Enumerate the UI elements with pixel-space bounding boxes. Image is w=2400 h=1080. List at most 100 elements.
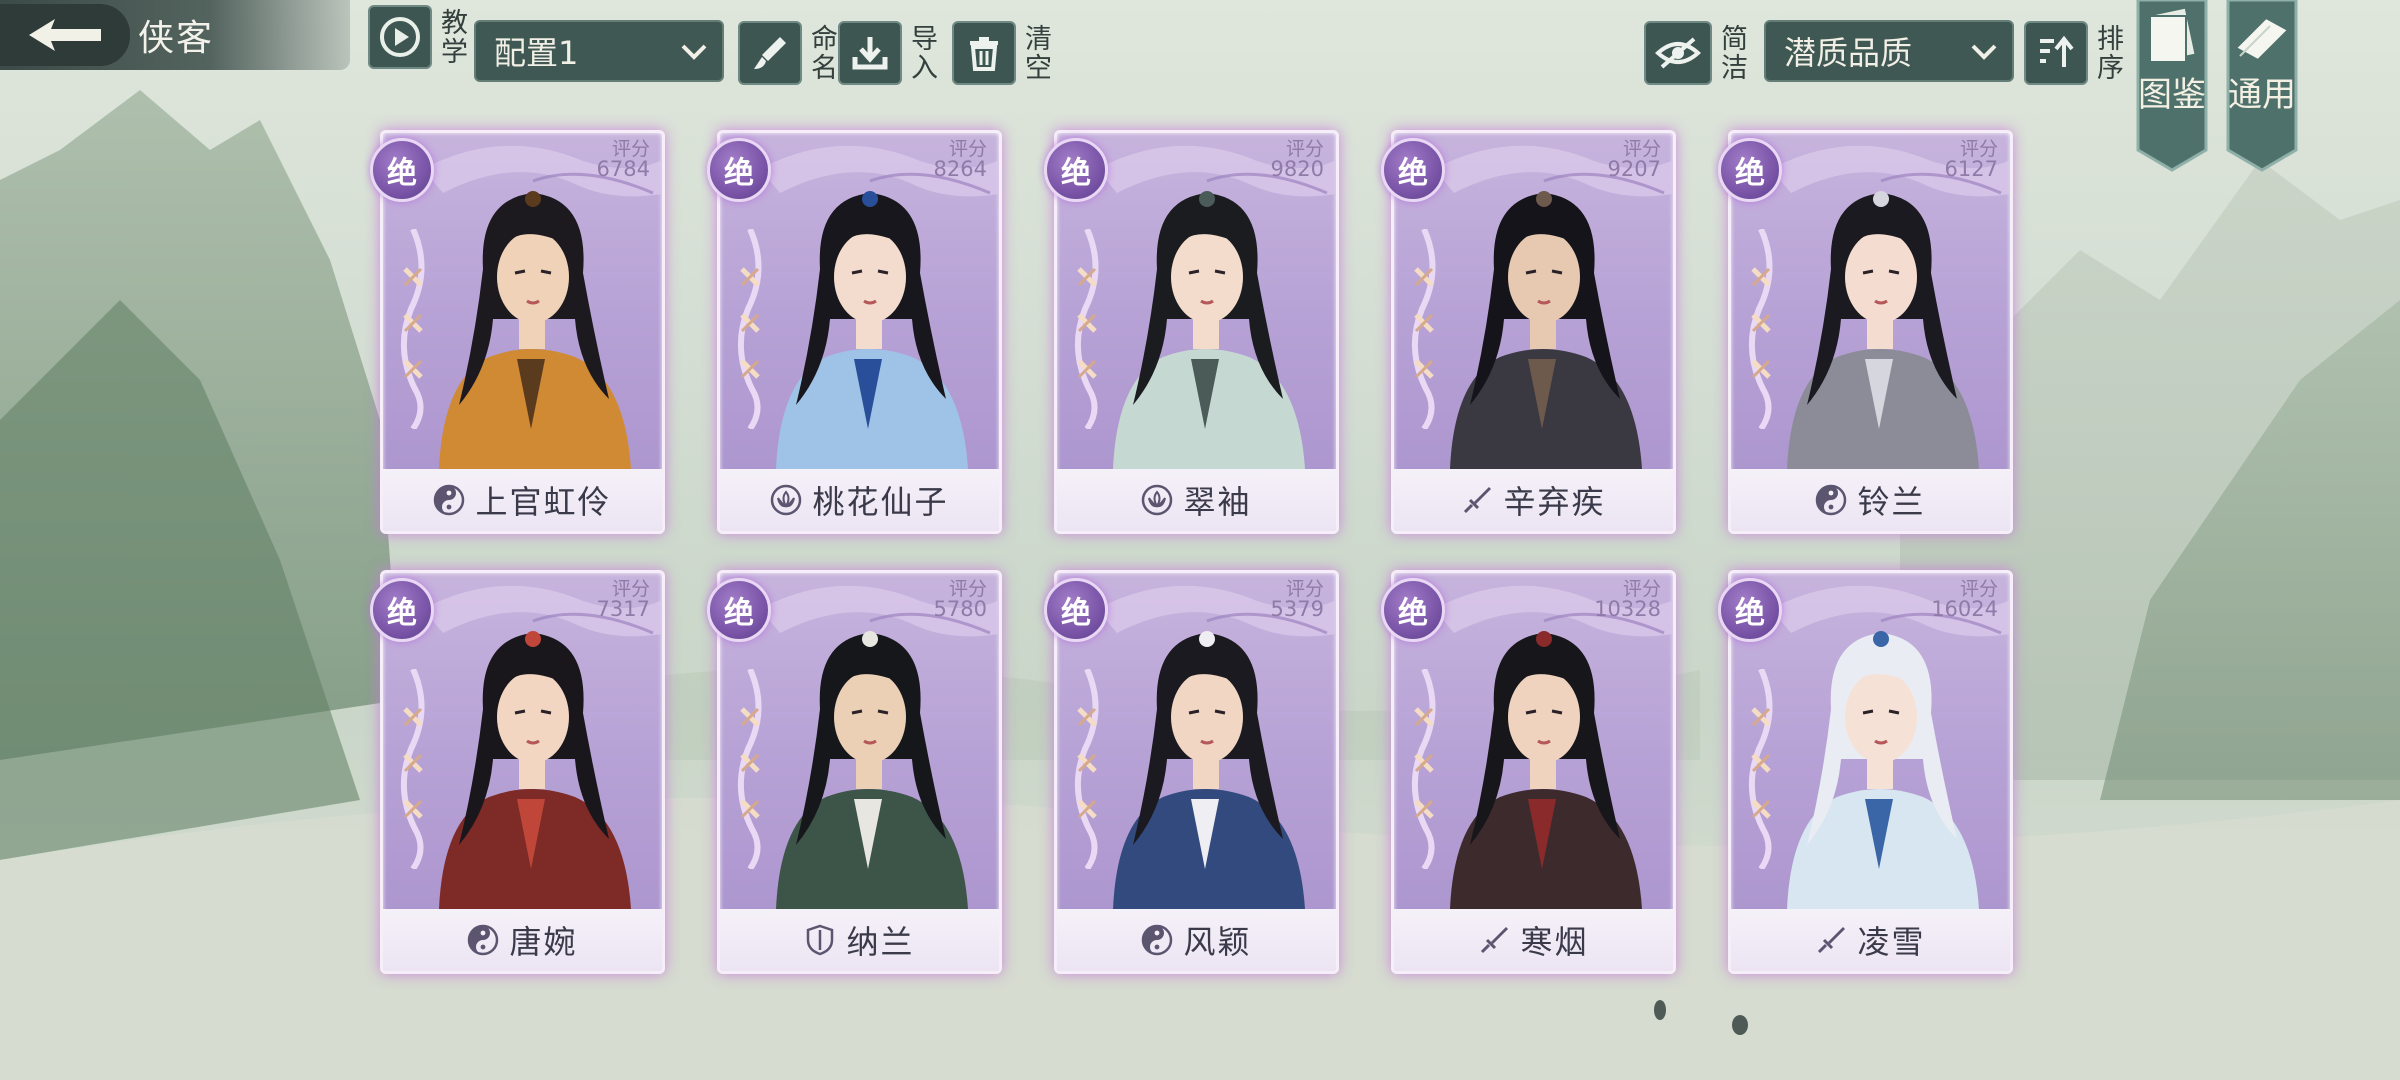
- hero-name: 上官虹伶: [475, 483, 612, 521]
- grade-badge: 绝: [370, 138, 434, 202]
- score-value: 9820: [1270, 157, 1324, 181]
- grade-label: 绝: [1061, 596, 1091, 631]
- score-value: 5379: [1270, 597, 1324, 621]
- hero-score: 评分 10328: [1594, 579, 1661, 621]
- sort-button[interactable]: 排序: [2024, 20, 2123, 86]
- hero-card[interactable]: 评分 9820 翠袖 绝: [1044, 122, 1339, 534]
- hero-portrait: [1787, 631, 1979, 909]
- hero-name-bar: 风颖: [1057, 909, 1336, 971]
- hero-portrait: [1113, 631, 1305, 909]
- grade-label: 绝: [1735, 596, 1765, 631]
- hero-score: 评分 5780: [934, 578, 987, 620]
- grade-label: 绝: [387, 156, 417, 191]
- config-dropdown[interactable]: 配置1: [474, 20, 724, 82]
- back-button[interactable]: 侠客: [0, 0, 350, 70]
- yin-yang-icon: [433, 484, 465, 516]
- clear-button[interactable]: 清空: [952, 20, 1051, 86]
- talisman-decoration-icon: [737, 669, 762, 869]
- hero-portrait: [1113, 191, 1305, 469]
- hero-name-bar: 桃花仙子: [720, 469, 999, 531]
- hero-card[interactable]: 评分 6127 铃兰 绝: [1718, 122, 2013, 534]
- hero-name: 寒烟: [1520, 923, 1589, 961]
- hero-name: 辛弃疾: [1503, 483, 1606, 521]
- hero-score: 评分 9207: [1608, 138, 1661, 180]
- hero-score: 评分 16024: [1931, 578, 1998, 621]
- hero-card[interactable]: 评分 5780 纳兰 绝: [707, 562, 1002, 974]
- score-label: 评分: [1285, 138, 1324, 160]
- simple-label: 简洁: [1716, 24, 1747, 82]
- rename-label: 命名: [806, 24, 837, 82]
- simple-view-toggle[interactable]: 简洁: [1644, 20, 1747, 86]
- hero-card[interactable]: 评分 9207 辛弃疾 绝: [1381, 122, 1676, 534]
- grade-label: 绝: [1061, 156, 1091, 191]
- tutorial-label: 教学: [436, 8, 467, 66]
- hero-name-bar: 铃兰: [1731, 469, 2010, 531]
- score-label: 评分: [1959, 578, 1998, 600]
- score-label: 评分: [611, 138, 650, 160]
- hero-name: 唐婉: [509, 923, 578, 961]
- score-label: 评分: [1959, 138, 1998, 160]
- sort-value: 潜质品质: [1784, 34, 1913, 72]
- hero-card[interactable]: 评分 5379 风颖 绝: [1044, 562, 1339, 974]
- score-value: 6784: [596, 157, 650, 181]
- hero-name-bar: 纳兰: [720, 909, 999, 971]
- hero-card[interactable]: 评分 8264 桃花仙子 绝: [707, 122, 1002, 534]
- import-button[interactable]: 导入: [838, 20, 937, 86]
- chevron-down-icon: [681, 44, 707, 60]
- score-label: 评分: [948, 138, 987, 160]
- grade-badge: 绝: [370, 578, 434, 642]
- tutorial-button[interactable]: 教学: [368, 4, 467, 70]
- sword-icon: [1461, 484, 1493, 516]
- sword-icon: [1478, 924, 1510, 956]
- grade-label: 绝: [724, 596, 754, 631]
- hero-card[interactable]: 评分 6784 上官虹伶 绝: [370, 122, 665, 534]
- general-tab[interactable]: 通用: [2226, 0, 2298, 172]
- hero-name-bar: 寒烟: [1394, 909, 1673, 971]
- grade-label: 绝: [1398, 596, 1428, 631]
- score-value: 10328: [1594, 597, 1661, 621]
- hero-name: 翠袖: [1183, 483, 1252, 521]
- grade-badge: 绝: [1718, 578, 1782, 642]
- config-value: 配置1: [494, 34, 579, 72]
- hero-card[interactable]: 评分 16024 凌雪 绝: [1718, 562, 2013, 974]
- hero-name-bar: 翠袖: [1057, 469, 1336, 531]
- talisman-decoration-icon: [1748, 669, 1773, 869]
- talisman-decoration-icon: [1748, 229, 1773, 429]
- grade-badge: 绝: [1381, 138, 1445, 202]
- grade-label: 绝: [724, 156, 754, 191]
- import-label: 导入: [906, 24, 937, 82]
- score-value: 16024: [1931, 597, 1998, 621]
- hero-card[interactable]: 评分 7317 唐婉 绝: [370, 562, 665, 974]
- hero-score: 评分 7317: [596, 578, 650, 621]
- talisman-decoration-icon: [400, 229, 425, 429]
- score-label: 评分: [611, 578, 650, 600]
- hero-name: 风颖: [1183, 923, 1252, 961]
- atlas-label: 图鉴: [2138, 75, 2206, 115]
- page-title: 侠客: [138, 18, 215, 59]
- brush-icon: [738, 21, 802, 85]
- atlas-tab[interactable]: 图鉴: [2136, 0, 2208, 172]
- score-label: 评分: [948, 578, 987, 600]
- score-value: 7317: [596, 597, 650, 621]
- rename-button[interactable]: 命名: [738, 20, 837, 86]
- grade-badge: 绝: [1381, 578, 1445, 642]
- hero-portrait: [776, 191, 968, 469]
- hero-portrait: [1450, 631, 1642, 909]
- grade-badge: 绝: [1718, 138, 1782, 202]
- hero-portrait: [776, 631, 968, 909]
- hero-name-bar: 辛弃疾: [1394, 469, 1673, 531]
- talisman-decoration-icon: [1411, 669, 1436, 869]
- sort-dropdown[interactable]: 潜质品质: [1764, 20, 2014, 82]
- score-label: 评分: [1285, 578, 1324, 600]
- score-label: 评分: [1622, 138, 1661, 160]
- talisman-decoration-icon: [1074, 229, 1099, 429]
- talisman-decoration-icon: [400, 669, 425, 869]
- hero-name-bar: 上官虹伶: [383, 469, 662, 531]
- trash-icon: [952, 21, 1016, 85]
- hero-score: 评分 6127: [1945, 138, 1998, 180]
- talisman-decoration-icon: [737, 229, 762, 429]
- hero-name-bar: 凌雪: [1731, 909, 2010, 971]
- sword-icon: [1815, 924, 1847, 956]
- lotus-icon: [770, 484, 802, 516]
- hero-card[interactable]: 评分 10328 寒烟 绝: [1381, 562, 1676, 974]
